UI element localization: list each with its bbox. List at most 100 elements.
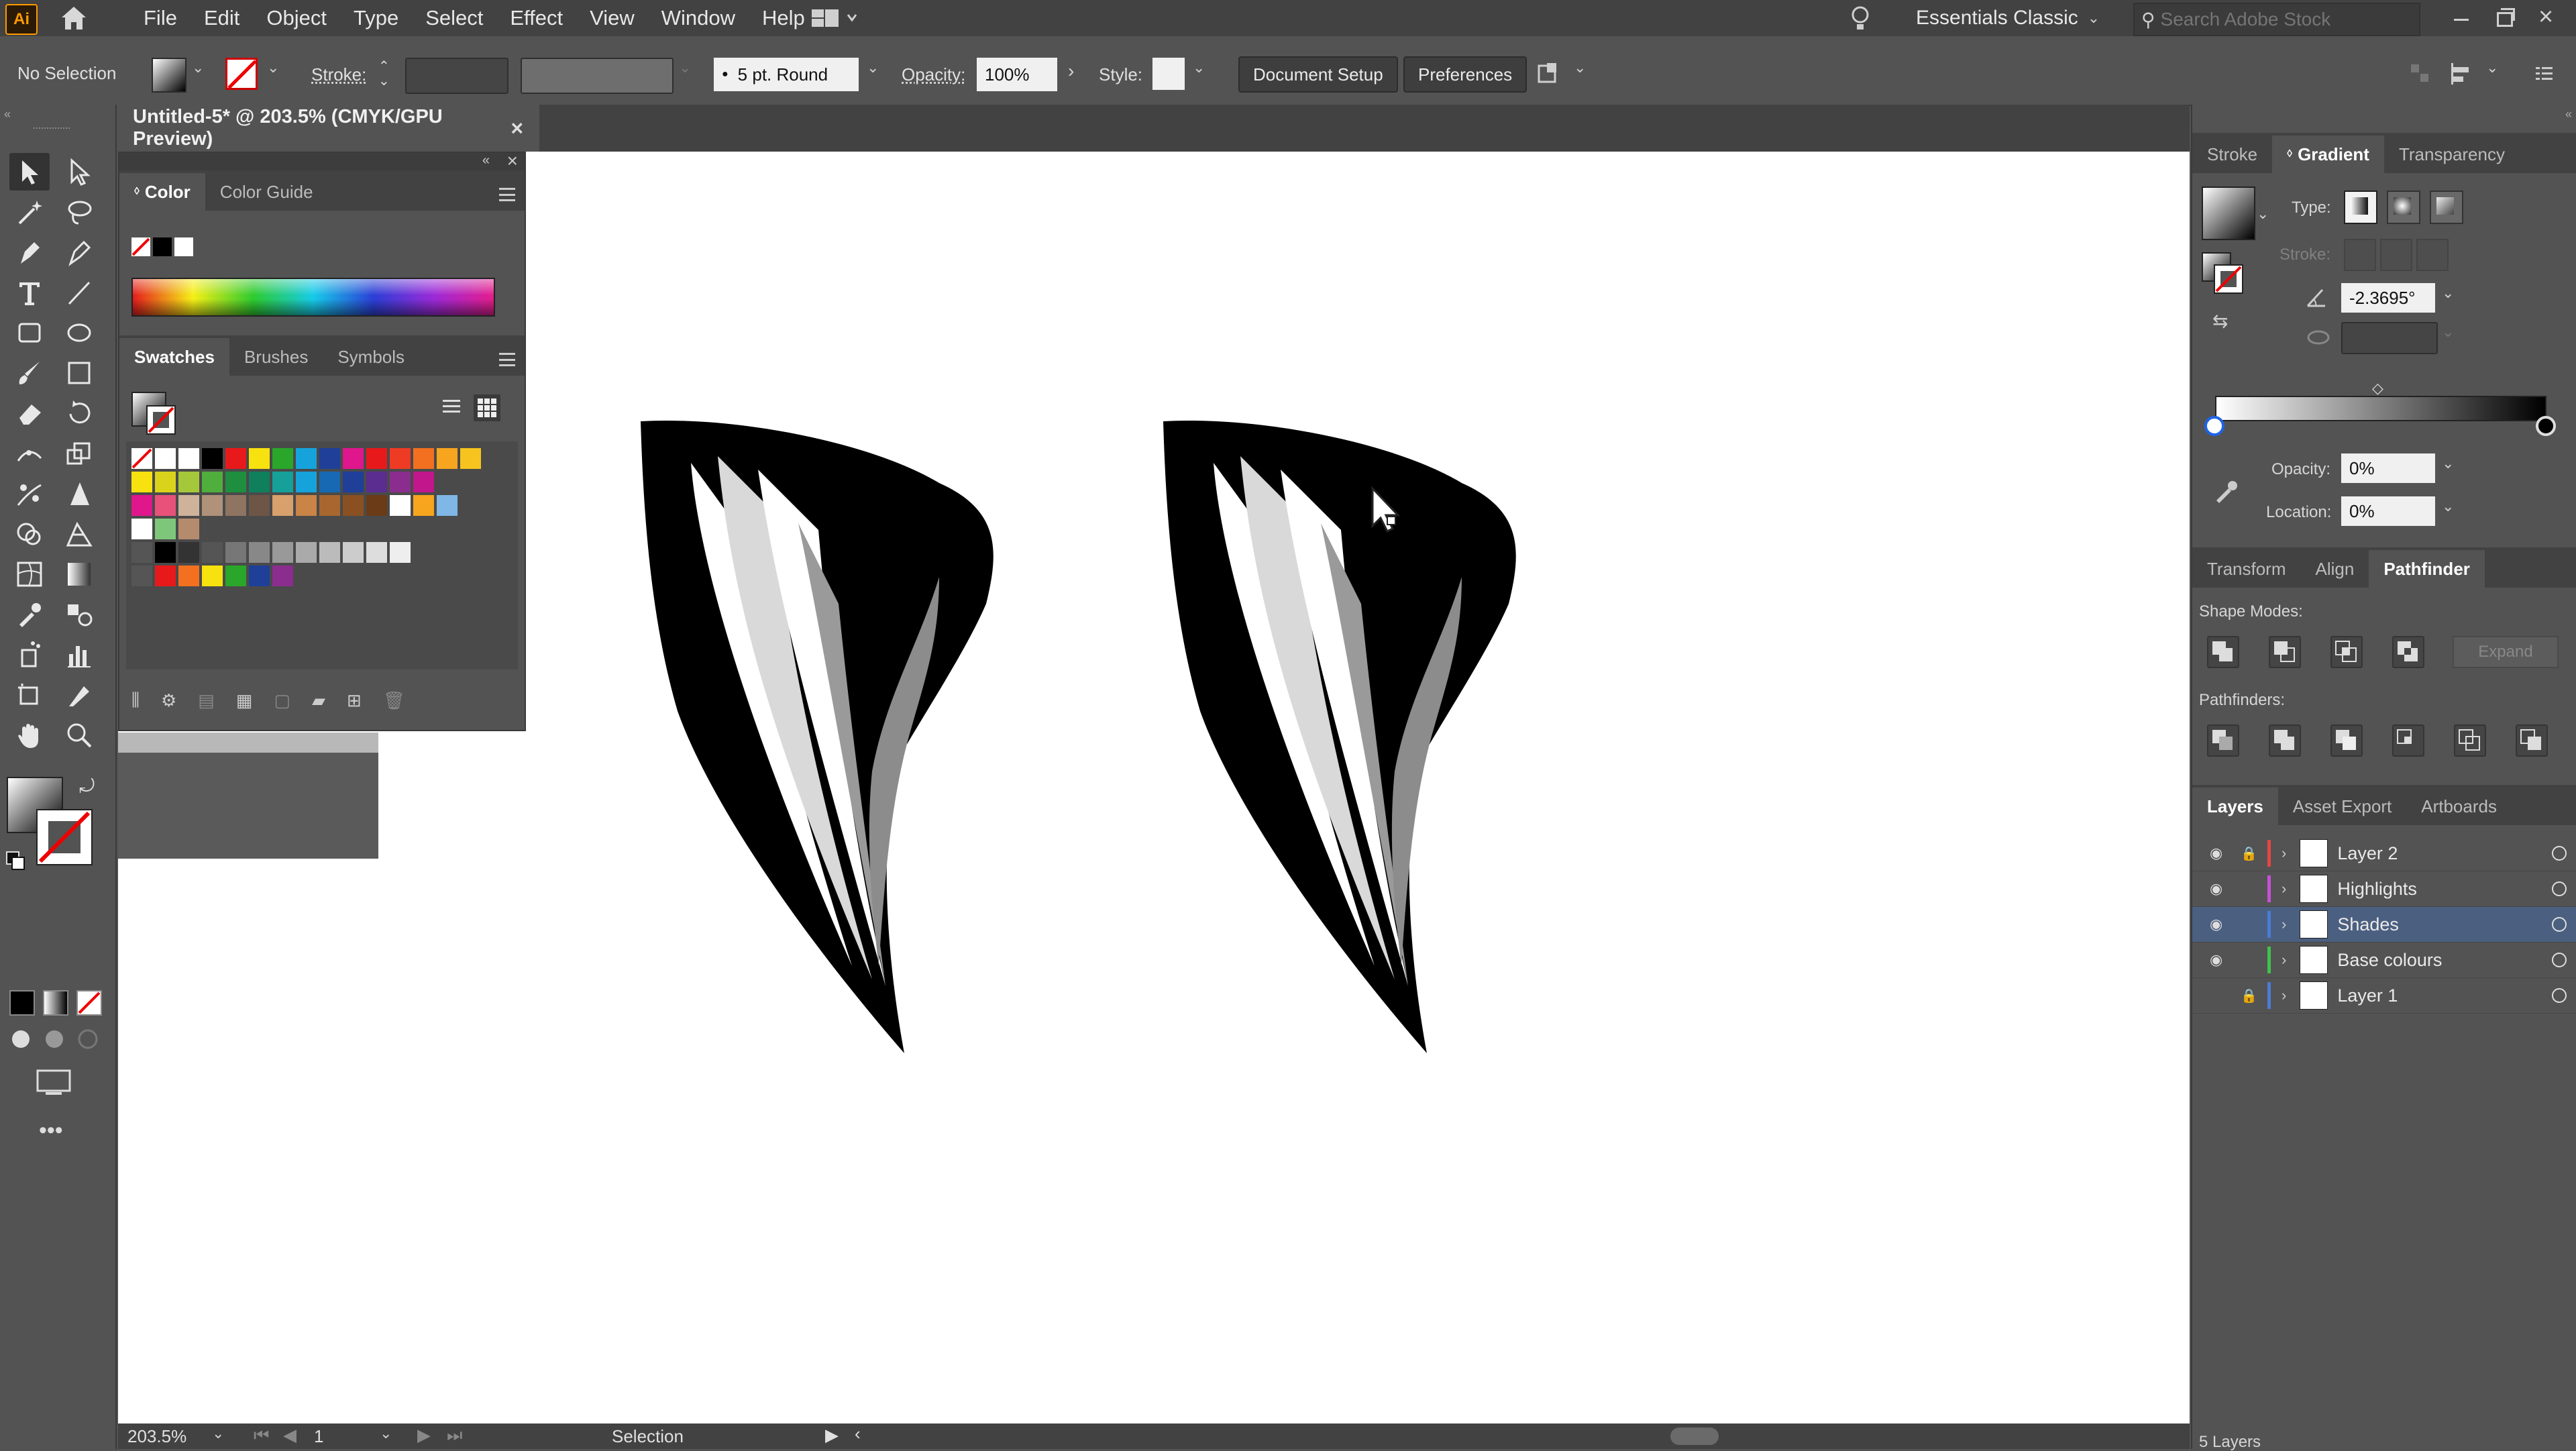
swatch-chip[interactable] xyxy=(413,448,434,469)
more-tools-icon[interactable]: ••• xyxy=(39,1118,63,1144)
stroke-label[interactable]: Stroke: xyxy=(311,64,366,85)
swatch-chip[interactable] xyxy=(225,448,246,469)
default-fill-stroke-icon[interactable] xyxy=(5,851,25,871)
stroke-swatch[interactable] xyxy=(225,58,258,90)
grid-view-icon[interactable] xyxy=(474,394,500,421)
rotate-tool-icon[interactable] xyxy=(59,394,99,432)
menu-effect[interactable]: Effect xyxy=(510,6,563,30)
gradient-preview[interactable] xyxy=(2202,186,2255,240)
swatch-chip[interactable] xyxy=(296,495,317,516)
tab-gradient[interactable]: ◊ Gradient xyxy=(2272,136,2384,173)
artboard-number[interactable]: 1 xyxy=(314,1426,323,1447)
pen-tool-icon[interactable] xyxy=(9,233,50,271)
black-color-chip[interactable] xyxy=(153,237,172,256)
previous-artboard-icon[interactable]: ◀ xyxy=(283,1425,297,1446)
swatch-chip[interactable] xyxy=(390,472,411,492)
gradient-midpoint-icon[interactable]: ◇ xyxy=(2372,380,2383,397)
menu-edit[interactable]: Edit xyxy=(204,6,239,30)
eyedropper-tool-icon[interactable] xyxy=(9,596,50,633)
tab-brushes[interactable]: Brushes xyxy=(229,338,323,376)
swatch-chip[interactable] xyxy=(249,448,270,469)
collapse-panel-icon[interactable]: « xyxy=(482,153,490,168)
tab-swatches[interactable]: Swatches xyxy=(119,338,229,376)
magic-wand-tool-icon[interactable] xyxy=(9,193,50,231)
swatch-chip[interactable] xyxy=(131,448,152,469)
exclude-icon[interactable] xyxy=(2392,636,2424,668)
horizontal-scrollbar-thumb[interactable] xyxy=(1670,1428,1719,1445)
layer-row[interactable]: ◉ › Shades xyxy=(2192,907,2576,943)
swatch-chip[interactable] xyxy=(343,472,364,492)
draw-inside-icon[interactable] xyxy=(76,1028,99,1051)
column-graph-tool-icon[interactable] xyxy=(59,636,99,674)
menu-type[interactable]: Type xyxy=(354,6,398,30)
swatch-chip[interactable] xyxy=(272,448,293,469)
next-artboard-icon[interactable]: ▶ xyxy=(417,1425,431,1446)
symbol-sprayer-tool-icon[interactable] xyxy=(9,636,50,674)
tab-transform[interactable]: Transform xyxy=(2192,550,2301,588)
gradient-mode-icon[interactable] xyxy=(43,990,68,1016)
lightbulb-icon[interactable] xyxy=(1849,4,1872,34)
swatch-theme-icon[interactable]: ▢ xyxy=(274,690,290,711)
layer-row[interactable]: ◉ › Highlights xyxy=(2192,871,2576,907)
puppet-warp-tool-icon[interactable] xyxy=(9,475,50,513)
swatch-chip[interactable] xyxy=(155,495,176,516)
swatch-chip[interactable] xyxy=(366,495,387,516)
visibility-eye-icon[interactable]: ◉ xyxy=(2210,845,2237,862)
swatch-chip[interactable] xyxy=(155,472,176,492)
swap-fill-stroke-icon[interactable]: ⤾ xyxy=(79,775,95,798)
stop-opacity-field[interactable]: 0% xyxy=(2341,453,2435,483)
swatch-chip[interactable] xyxy=(202,542,223,563)
free-transform-tool-icon[interactable] xyxy=(59,475,99,513)
style-chevron-icon[interactable]: ⌄ xyxy=(1193,59,1205,76)
swatch-chip[interactable] xyxy=(131,472,152,492)
stroke-weight-stepper[interactable]: ⌃ ⌄ xyxy=(378,59,397,91)
color-mode-icon[interactable] xyxy=(9,990,35,1016)
opacity-label[interactable]: Opacity: xyxy=(902,64,965,85)
stroke-color-box[interactable] xyxy=(36,809,93,865)
dock-collapse-icon[interactable]: « xyxy=(2565,107,2572,121)
line-tool-icon[interactable] xyxy=(59,274,99,311)
swatch-chip[interactable] xyxy=(296,448,317,469)
menu-help[interactable]: Help xyxy=(762,6,805,30)
swatch-chip[interactable] xyxy=(272,472,293,492)
swatch-chip[interactable] xyxy=(202,472,223,492)
swatch-chip[interactable] xyxy=(131,519,152,539)
arrange-chevron-icon[interactable]: ⌄ xyxy=(1574,59,1586,76)
swatch-chip[interactable] xyxy=(249,566,270,586)
swatch-chip[interactable] xyxy=(178,542,199,563)
tab-stroke[interactable]: Stroke xyxy=(2192,136,2272,173)
toolbar-collapse-icon[interactable]: « xyxy=(4,107,11,121)
swatch-chip[interactable] xyxy=(390,448,411,469)
stop-location-field[interactable]: 0% xyxy=(2341,496,2435,526)
menu-select[interactable]: Select xyxy=(425,6,483,30)
swatch-chip[interactable] xyxy=(366,542,387,563)
panel-header[interactable]: « × xyxy=(119,150,525,171)
intersect-icon[interactable] xyxy=(2330,636,2363,668)
swatch-chip[interactable] xyxy=(319,472,340,492)
swatch-chip[interactable] xyxy=(131,495,152,516)
swatch-chip[interactable] xyxy=(272,566,293,586)
swatch-chip[interactable] xyxy=(390,495,411,516)
brush-field[interactable]: ● 5 pt. Round xyxy=(714,58,859,91)
fill-chevron-icon[interactable]: ⌄ xyxy=(192,59,204,76)
swatch-chip[interactable] xyxy=(249,472,270,492)
list-view-icon[interactable] xyxy=(440,396,463,419)
rectangle-tool-icon[interactable] xyxy=(9,314,50,352)
swatch-chip[interactable] xyxy=(296,542,317,563)
swatch-chip[interactable] xyxy=(460,448,481,469)
swatch-chip[interactable] xyxy=(272,542,293,563)
shape-builder-tool-icon[interactable] xyxy=(9,515,50,553)
panel-menu-icon[interactable] xyxy=(2534,64,2555,83)
opacity-field[interactable]: 100% xyxy=(977,58,1057,91)
swatch-chip[interactable] xyxy=(225,566,246,586)
minimize-button[interactable] xyxy=(2451,8,2471,28)
swatch-chip[interactable] xyxy=(202,495,223,516)
zoom-tool-icon[interactable] xyxy=(59,716,99,754)
menu-object[interactable]: Object xyxy=(266,6,327,30)
document-tab[interactable]: Untitled-5* @ 203.5% (CMYK/GPU Preview) … xyxy=(117,105,539,152)
tab-symbols[interactable]: Symbols xyxy=(323,338,419,376)
color-panel-menu-icon[interactable] xyxy=(499,188,515,201)
swatch-chip[interactable] xyxy=(202,566,223,586)
swatch-chip[interactable] xyxy=(225,495,246,516)
swatch-kinds-icon[interactable]: ▤ xyxy=(198,690,215,711)
